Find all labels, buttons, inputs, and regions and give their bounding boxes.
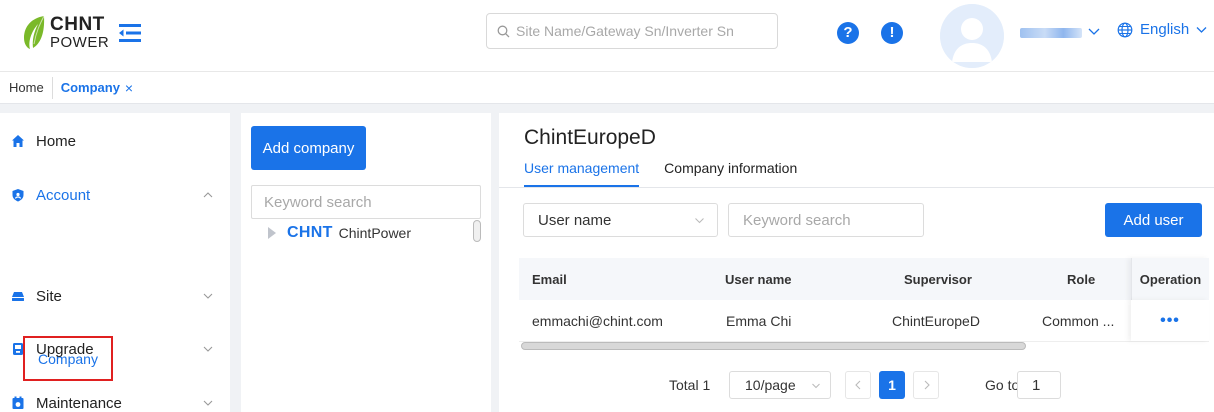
table-row: emmachi@chint.com Emma Chi ChintEuropeD … — [519, 300, 1209, 342]
column-header-role[interactable]: Role — [1067, 258, 1095, 300]
language-selector[interactable]: English — [1117, 21, 1208, 38]
tab-company-label: Company — [60, 80, 120, 95]
page-size-value: 10/page — [745, 377, 796, 393]
sidebar-item-label: Maintenance — [36, 394, 122, 412]
page-size-select[interactable]: 10/page — [729, 371, 831, 399]
company-tree-panel: Add company CHNT ChintPower — [241, 113, 491, 412]
page-tabs: Home Company × — [0, 72, 1214, 104]
column-header-supervisor[interactable]: Supervisor — [904, 258, 972, 300]
tab-company-information[interactable]: Company information — [664, 160, 797, 187]
globe-icon — [1117, 22, 1133, 37]
add-user-button[interactable]: Add user — [1105, 203, 1202, 237]
sidebar-item-site[interactable]: Site — [0, 282, 230, 310]
top-header: CHNT POWER ? ! — [0, 0, 1214, 72]
user-search-input[interactable] — [728, 203, 924, 237]
sidebar-item-label: Account — [36, 186, 91, 204]
menu-fold-icon[interactable] — [119, 24, 141, 42]
cell-user-name: Emma Chi — [726, 312, 792, 329]
chevron-down-icon — [812, 383, 820, 389]
maintenance-icon — [12, 396, 24, 409]
detail-tabs: User management Company information — [524, 160, 797, 187]
chevron-down-icon — [1196, 27, 1207, 33]
home-icon — [12, 135, 24, 147]
chint-logo[interactable]: CHNT POWER — [22, 14, 109, 50]
prev-page-button[interactable] — [845, 371, 871, 399]
filter-field-select[interactable]: User name — [523, 203, 718, 237]
cell-email: emmachi@chint.com — [532, 312, 663, 329]
close-icon[interactable]: × — [125, 80, 133, 96]
sidebar-item-upgrade[interactable]: Upgrade — [0, 335, 230, 363]
help-icon[interactable]: ? — [837, 22, 859, 44]
sidebar-item-label: Site — [36, 287, 62, 305]
company-search-input[interactable] — [251, 185, 481, 219]
column-header-user-name[interactable]: User name — [725, 258, 791, 300]
global-search-input[interactable] — [516, 23, 766, 39]
filter-field-value: User name — [538, 211, 612, 229]
caret-right-icon[interactable] — [267, 226, 277, 240]
tree-node-chintpower[interactable]: CHNT ChintPower — [267, 224, 411, 242]
sidebar-item-account[interactable]: Account — [0, 181, 230, 209]
shield-icon — [12, 189, 24, 202]
username-redacted[interactable] — [1020, 28, 1082, 38]
site-icon — [12, 292, 24, 301]
tree-node-brand: CHNT — [287, 224, 333, 241]
table-horizontal-scrollbar[interactable] — [521, 342, 1026, 350]
tree-scrollbar[interactable] — [473, 220, 481, 242]
goto-label: Go to — [985, 377, 1020, 393]
leaf-logo-icon — [24, 15, 45, 49]
table-header: Email User name Supervisor Role Operatio… — [519, 258, 1209, 300]
chevron-up-icon — [203, 192, 213, 198]
chevron-down-icon — [203, 400, 213, 406]
global-search[interactable] — [486, 13, 778, 49]
company-detail-panel: ChintEuropeD User management Company inf… — [499, 113, 1214, 412]
chevron-down-icon — [203, 346, 213, 352]
tab-user-management[interactable]: User management — [524, 160, 640, 187]
logo-text-brand: CHNT — [50, 13, 105, 35]
tabs-divider — [499, 187, 1214, 188]
sidebar-item-label: Home — [36, 132, 77, 150]
chevron-left-icon — [854, 380, 860, 390]
cell-role: Common ... — [1042, 312, 1115, 329]
chevron-down-icon — [203, 293, 213, 299]
search-icon — [497, 25, 510, 37]
cell-operation: ••• — [1131, 300, 1209, 341]
chevron-right-icon — [924, 380, 930, 390]
pagination-total: Total 1 — [669, 377, 711, 393]
language-label: English — [1140, 21, 1190, 38]
add-company-button[interactable]: Add company — [251, 126, 366, 170]
goto-page-input[interactable] — [1017, 371, 1061, 399]
column-header-email[interactable]: Email — [532, 258, 567, 300]
tree-node-label: ChintPower — [338, 225, 412, 241]
page-number-current[interactable]: 1 — [879, 371, 905, 399]
sidebar-item-home[interactable]: Home — [0, 127, 230, 155]
next-page-button[interactable] — [913, 371, 939, 399]
avatar[interactable] — [940, 4, 1004, 68]
alert-icon[interactable]: ! — [881, 22, 903, 44]
logo-text-power: POWER — [50, 33, 110, 51]
user-avatar-icon — [940, 4, 1004, 68]
tab-company[interactable]: Company × — [53, 80, 141, 96]
sidebar-item-label: Upgrade — [36, 340, 94, 358]
chevron-down-icon — [695, 218, 704, 224]
column-header-operation: Operation — [1131, 258, 1209, 300]
more-actions-icon[interactable]: ••• — [1160, 312, 1180, 330]
sidebar-item-maintenance[interactable]: Maintenance — [0, 389, 230, 412]
page-title: ChintEuropeD — [524, 126, 656, 149]
upgrade-icon — [13, 343, 23, 355]
sidebar: Home Account Company Site Upgrade Mainte… — [0, 113, 230, 412]
tab-home[interactable]: Home — [0, 76, 53, 99]
cell-supervisor: ChintEuropeD — [892, 312, 980, 329]
chevron-down-icon[interactable] — [1087, 24, 1101, 38]
